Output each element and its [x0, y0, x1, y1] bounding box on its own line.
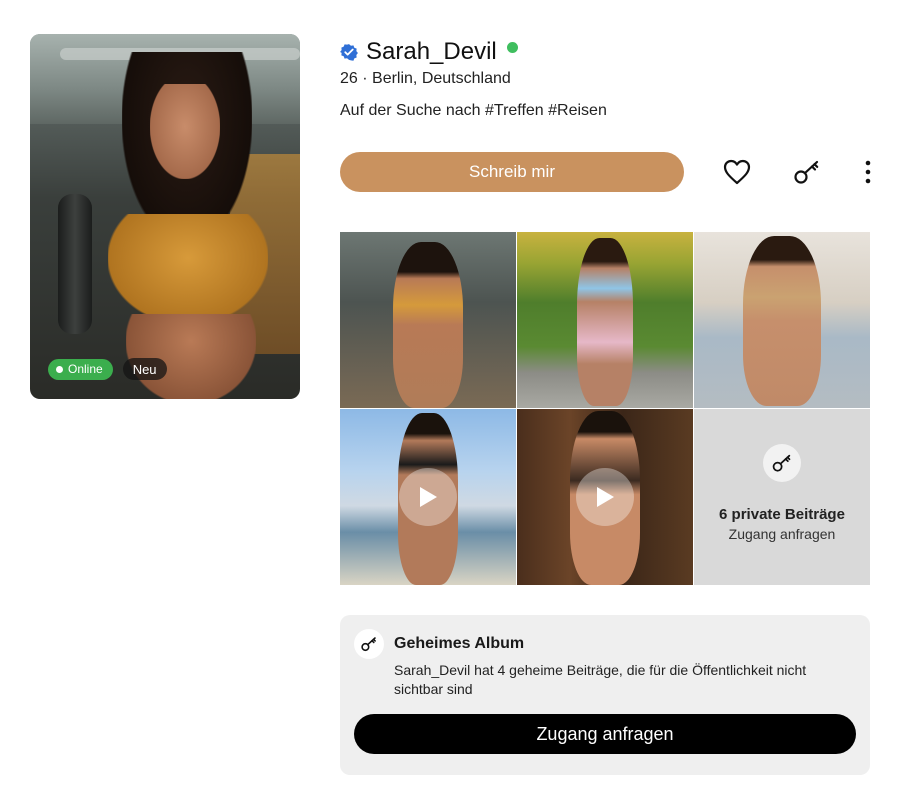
key-icon	[361, 637, 376, 652]
media-photo[interactable]	[694, 232, 870, 408]
photo-figure	[108, 214, 268, 324]
heart-icon	[723, 159, 751, 185]
message-button[interactable]: Schreib mir	[340, 152, 684, 192]
profile-bio: Auf der Suche nach #Treffen #Reisen	[340, 102, 607, 119]
name-row: Sarah_Devil	[340, 36, 870, 68]
key-icon	[794, 160, 819, 184]
photo-figure	[743, 236, 821, 406]
new-badge: Neu	[122, 358, 167, 380]
photo-decor	[58, 194, 92, 334]
profile-username: Sarah_Devil	[366, 38, 497, 65]
more-vertical-icon	[865, 160, 871, 184]
media-photo[interactable]	[340, 232, 516, 408]
media-photo[interactable]	[517, 232, 693, 408]
secret-album-panel: Geheimes Album Sarah_Devil hat 4 geheime…	[340, 615, 870, 775]
private-posts-request-link[interactable]: Zugang anfragen	[729, 526, 836, 542]
private-posts-count: 6 private Beiträge	[719, 506, 845, 523]
profile-info: Sarah_Devil 26 · Berlin, Deutschland Auf…	[340, 36, 870, 124]
media-video[interactable]	[340, 409, 516, 585]
key-badge	[763, 444, 801, 482]
request-access-button[interactable]	[791, 156, 823, 188]
photo-figure	[126, 314, 256, 399]
action-bar: Schreib mir	[340, 152, 880, 192]
online-dot-icon	[56, 365, 63, 373]
photo-figure	[577, 238, 633, 406]
media-grid: 6 private Beiträge Zugang anfragen	[340, 232, 870, 585]
photo-figure	[150, 84, 220, 179]
profile-meta: 26 · Berlin, Deutschland	[340, 70, 511, 87]
online-badge-label: Online	[68, 362, 103, 376]
private-posts-tile[interactable]: 6 private Beiträge Zugang anfragen	[694, 409, 870, 585]
play-button[interactable]	[399, 468, 457, 526]
key-icon	[772, 454, 791, 472]
play-icon	[597, 487, 614, 507]
favorite-button[interactable]	[721, 156, 753, 188]
verified-badge-icon	[340, 44, 358, 61]
key-badge	[354, 629, 384, 659]
profile-photo[interactable]: Online Neu	[30, 34, 300, 399]
play-button[interactable]	[576, 468, 634, 526]
request-access-button[interactable]: Zugang anfragen	[354, 714, 856, 754]
online-badge: Online	[48, 358, 113, 380]
more-options-button[interactable]	[852, 156, 884, 188]
online-status-icon	[506, 41, 518, 53]
media-video[interactable]	[517, 409, 693, 585]
secret-album-description: Sarah_Devil hat 4 geheime Beiträge, die …	[394, 662, 807, 697]
photo-figure	[393, 242, 463, 408]
photo-badges: Online Neu	[48, 358, 167, 380]
profile-card: Online Neu Sarah_Devil 26 · Berlin, Deut…	[0, 0, 900, 802]
play-icon	[420, 487, 437, 507]
secret-album-title: Geheimes Album	[394, 635, 525, 652]
